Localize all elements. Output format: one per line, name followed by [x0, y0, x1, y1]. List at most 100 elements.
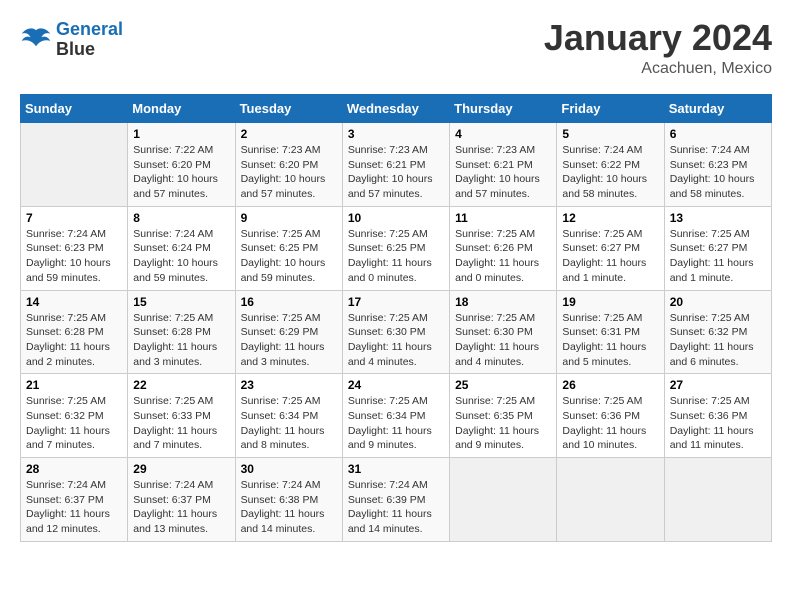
day-detail: Sunrise: 7:23 AM Sunset: 6:21 PM Dayligh…	[455, 143, 551, 202]
day-cell: 6 Sunrise: 7:24 AM Sunset: 6:23 PM Daylig…	[664, 123, 771, 207]
day-number: 27	[670, 378, 766, 392]
day-number: 22	[133, 378, 229, 392]
header-cell-wednesday: Wednesday	[342, 95, 449, 123]
day-detail: Sunrise: 7:24 AM Sunset: 6:37 PM Dayligh…	[26, 478, 122, 537]
day-detail: Sunrise: 7:24 AM Sunset: 6:23 PM Dayligh…	[26, 227, 122, 286]
day-number: 25	[455, 378, 551, 392]
day-cell: 3 Sunrise: 7:23 AM Sunset: 6:21 PM Daylig…	[342, 123, 449, 207]
day-number: 5	[562, 127, 658, 141]
day-number: 6	[670, 127, 766, 141]
day-number: 18	[455, 295, 551, 309]
day-cell: 14 Sunrise: 7:25 AM Sunset: 6:28 PM Dayli…	[21, 290, 128, 374]
day-number: 26	[562, 378, 658, 392]
day-detail: Sunrise: 7:25 AM Sunset: 6:33 PM Dayligh…	[133, 394, 229, 453]
day-cell: 13 Sunrise: 7:25 AM Sunset: 6:27 PM Dayli…	[664, 206, 771, 290]
day-number: 2	[241, 127, 337, 141]
logo: GeneralBlue	[20, 20, 123, 60]
day-detail: Sunrise: 7:25 AM Sunset: 6:31 PM Dayligh…	[562, 311, 658, 370]
day-number: 16	[241, 295, 337, 309]
day-number: 28	[26, 462, 122, 476]
day-cell: 28 Sunrise: 7:24 AM Sunset: 6:37 PM Dayli…	[21, 458, 128, 542]
day-cell: 8 Sunrise: 7:24 AM Sunset: 6:24 PM Daylig…	[128, 206, 235, 290]
week-row-4: 21 Sunrise: 7:25 AM Sunset: 6:32 PM Dayli…	[21, 374, 772, 458]
month-title: January 2024	[544, 20, 772, 56]
day-cell	[450, 458, 557, 542]
day-number: 4	[455, 127, 551, 141]
day-detail: Sunrise: 7:24 AM Sunset: 6:38 PM Dayligh…	[241, 478, 337, 537]
header-cell-thursday: Thursday	[450, 95, 557, 123]
day-cell: 27 Sunrise: 7:25 AM Sunset: 6:36 PM Dayli…	[664, 374, 771, 458]
day-number: 30	[241, 462, 337, 476]
day-cell: 7 Sunrise: 7:24 AM Sunset: 6:23 PM Daylig…	[21, 206, 128, 290]
day-detail: Sunrise: 7:24 AM Sunset: 6:37 PM Dayligh…	[133, 478, 229, 537]
header-cell-friday: Friday	[557, 95, 664, 123]
day-detail: Sunrise: 7:25 AM Sunset: 6:35 PM Dayligh…	[455, 394, 551, 453]
day-detail: Sunrise: 7:25 AM Sunset: 6:27 PM Dayligh…	[562, 227, 658, 286]
day-cell: 5 Sunrise: 7:24 AM Sunset: 6:22 PM Daylig…	[557, 123, 664, 207]
day-number: 21	[26, 378, 122, 392]
day-cell: 17Sunrise: 7:25 AM Sunset: 6:30 PM Dayli…	[342, 290, 449, 374]
day-number: 11	[455, 211, 551, 225]
day-cell: 9Sunrise: 7:25 AM Sunset: 6:25 PM Daylig…	[235, 206, 342, 290]
day-cell: 24Sunrise: 7:25 AM Sunset: 6:34 PM Dayli…	[342, 374, 449, 458]
day-cell: 31 Sunrise: 7:24 AM Sunset: 6:39 PM Dayli…	[342, 458, 449, 542]
day-number: 14	[26, 295, 122, 309]
day-cell	[557, 458, 664, 542]
calendar-table: SundayMondayTuesdayWednesdayThursdayFrid…	[20, 94, 772, 542]
header-row: SundayMondayTuesdayWednesdayThursdayFrid…	[21, 95, 772, 123]
day-detail: Sunrise: 7:24 AM Sunset: 6:39 PM Dayligh…	[348, 478, 444, 537]
day-cell: 16Sunrise: 7:25 AM Sunset: 6:29 PM Dayli…	[235, 290, 342, 374]
day-detail: Sunrise: 7:23 AM Sunset: 6:21 PM Dayligh…	[348, 143, 444, 202]
day-number: 31	[348, 462, 444, 476]
day-detail: Sunrise: 7:25 AM Sunset: 6:28 PM Dayligh…	[26, 311, 122, 370]
day-cell: 10Sunrise: 7:25 AM Sunset: 6:25 PM Dayli…	[342, 206, 449, 290]
day-cell: 23Sunrise: 7:25 AM Sunset: 6:34 PM Dayli…	[235, 374, 342, 458]
day-number: 3	[348, 127, 444, 141]
page-header: GeneralBlue January 2024 Acachuen, Mexic…	[20, 20, 772, 78]
day-cell: 25 Sunrise: 7:25 AM Sunset: 6:35 PM Dayli…	[450, 374, 557, 458]
day-cell: 15Sunrise: 7:25 AM Sunset: 6:28 PM Dayli…	[128, 290, 235, 374]
day-number: 1	[133, 127, 229, 141]
day-detail: Sunrise: 7:25 AM Sunset: 6:32 PM Dayligh…	[26, 394, 122, 453]
day-number: 19	[562, 295, 658, 309]
day-number: 17	[348, 295, 444, 309]
day-number: 9	[241, 211, 337, 225]
day-detail: Sunrise: 7:24 AM Sunset: 6:23 PM Dayligh…	[670, 143, 766, 202]
week-row-5: 28 Sunrise: 7:24 AM Sunset: 6:37 PM Dayli…	[21, 458, 772, 542]
logo-icon	[20, 26, 52, 54]
day-number: 13	[670, 211, 766, 225]
day-detail: Sunrise: 7:25 AM Sunset: 6:27 PM Dayligh…	[670, 227, 766, 286]
day-cell	[664, 458, 771, 542]
day-number: 24	[348, 378, 444, 392]
day-cell: 21 Sunrise: 7:25 AM Sunset: 6:32 PM Dayli…	[21, 374, 128, 458]
day-cell: 18Sunrise: 7:25 AM Sunset: 6:30 PM Dayli…	[450, 290, 557, 374]
header-cell-monday: Monday	[128, 95, 235, 123]
day-cell	[21, 123, 128, 207]
day-cell: 22 Sunrise: 7:25 AM Sunset: 6:33 PM Dayli…	[128, 374, 235, 458]
day-number: 15	[133, 295, 229, 309]
day-detail: Sunrise: 7:25 AM Sunset: 6:36 PM Dayligh…	[562, 394, 658, 453]
day-detail: Sunrise: 7:22 AM Sunset: 6:20 PM Dayligh…	[133, 143, 229, 202]
day-cell: 30 Sunrise: 7:24 AM Sunset: 6:38 PM Dayli…	[235, 458, 342, 542]
day-detail: Sunrise: 7:23 AM Sunset: 6:20 PM Dayligh…	[241, 143, 337, 202]
day-detail: Sunrise: 7:24 AM Sunset: 6:22 PM Dayligh…	[562, 143, 658, 202]
day-detail: Sunrise: 7:24 AM Sunset: 6:24 PM Dayligh…	[133, 227, 229, 286]
logo-text: GeneralBlue	[56, 20, 123, 60]
day-number: 12	[562, 211, 658, 225]
day-detail: Sunrise: 7:25 AM Sunset: 6:32 PM Dayligh…	[670, 311, 766, 370]
header-cell-sunday: Sunday	[21, 95, 128, 123]
day-number: 8	[133, 211, 229, 225]
day-number: 29	[133, 462, 229, 476]
day-cell: 2 Sunrise: 7:23 AM Sunset: 6:20 PM Daylig…	[235, 123, 342, 207]
day-detail: Sunrise: 7:25 AM Sunset: 6:34 PM Dayligh…	[241, 394, 337, 453]
day-detail: Sunrise: 7:25 AM Sunset: 6:26 PM Dayligh…	[455, 227, 551, 286]
day-detail: Sunrise: 7:25 AM Sunset: 6:36 PM Dayligh…	[670, 394, 766, 453]
day-number: 7	[26, 211, 122, 225]
day-cell: 26 Sunrise: 7:25 AM Sunset: 6:36 PM Dayli…	[557, 374, 664, 458]
day-cell: 29 Sunrise: 7:24 AM Sunset: 6:37 PM Dayli…	[128, 458, 235, 542]
day-number: 20	[670, 295, 766, 309]
day-cell: 11 Sunrise: 7:25 AM Sunset: 6:26 PM Dayli…	[450, 206, 557, 290]
header-cell-saturday: Saturday	[664, 95, 771, 123]
week-row-2: 7 Sunrise: 7:24 AM Sunset: 6:23 PM Daylig…	[21, 206, 772, 290]
week-row-1: 1 Sunrise: 7:22 AM Sunset: 6:20 PM Daylig…	[21, 123, 772, 207]
